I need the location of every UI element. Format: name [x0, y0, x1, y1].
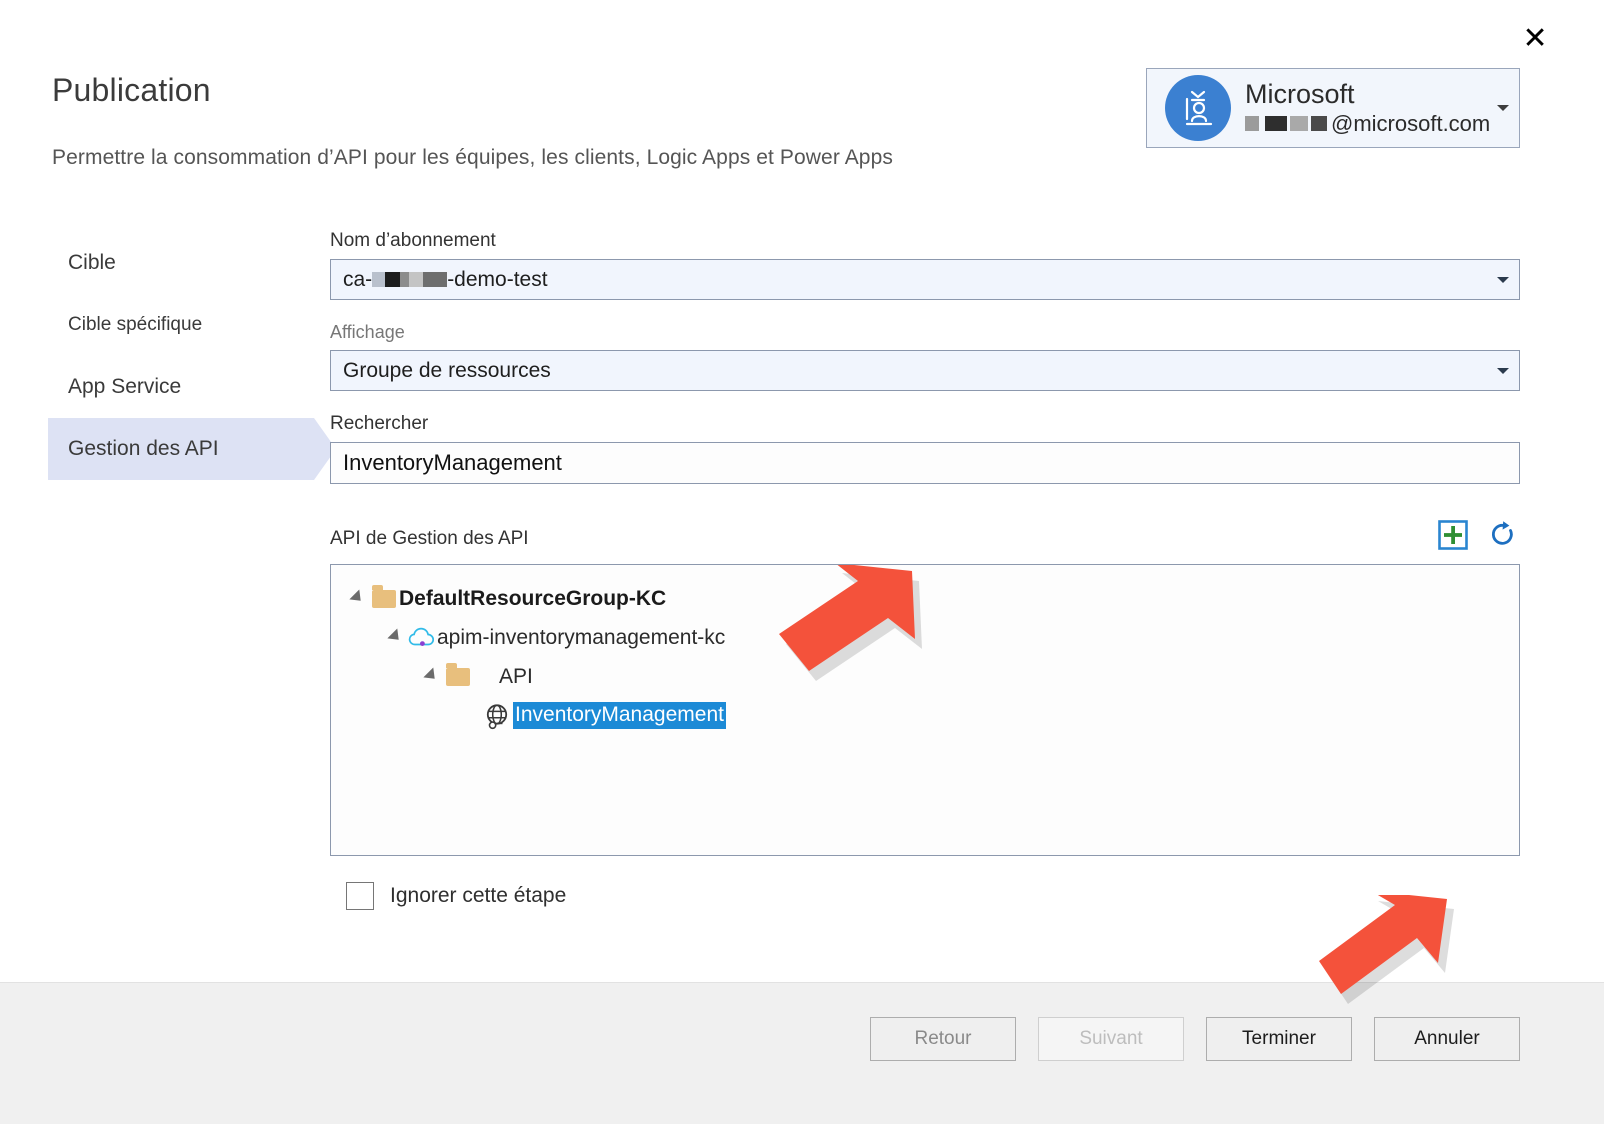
sidebar-item-label: Gestion des API [68, 437, 219, 460]
back-button[interactable]: Retour [870, 1017, 1016, 1061]
sidebar-item-gestion-des-api[interactable]: Gestion des API [48, 418, 336, 480]
search-label: Rechercher [330, 413, 429, 434]
user-badge-icon [1185, 90, 1213, 126]
redacted-block [385, 272, 401, 287]
tree-node-label: apim-inventorymanagement-kc [437, 625, 726, 649]
subscription-value-prefix: ca- [343, 267, 373, 291]
avatar [1165, 75, 1231, 141]
expander-icon[interactable] [345, 588, 369, 606]
skip-step-checkbox-row[interactable]: Ignorer cette étape [330, 882, 1520, 910]
refresh-icon [1492, 521, 1513, 545]
cloud-icon [407, 626, 437, 650]
chevron-down-icon[interactable] [1497, 367, 1509, 374]
page-title: Publication [52, 72, 211, 108]
next-button-label: Suivant [1079, 1028, 1143, 1049]
sidebar-item-label: App Service [68, 375, 182, 398]
folder-icon [369, 584, 399, 608]
redacted-block [400, 272, 410, 287]
account-selector[interactable]: Microsoft @microsoft.com [1146, 68, 1520, 148]
page-subtitle: Permettre la consommation d’API pour les… [52, 146, 893, 169]
tree-node[interactable]: apim-inventorymanagement-kc [331, 618, 1519, 657]
sidebar-item-cible-specifique[interactable]: Cible spécifique [48, 294, 314, 356]
redacted-block [423, 272, 448, 287]
sidebar-item-label: Cible [68, 251, 116, 274]
search-input-value: InventoryManagement [343, 450, 562, 475]
account-name: Microsoft [1245, 79, 1355, 109]
api-tree[interactable]: DefaultResourceGroup-KC apim-inventoryma… [330, 564, 1520, 856]
tree-node-selected[interactable]: InventoryManagement [331, 696, 1519, 735]
search-input[interactable]: InventoryManagement [330, 442, 1520, 484]
tree-caption: API de Gestion des API [330, 528, 529, 549]
account-email-suffix: @microsoft.com [1331, 110, 1491, 136]
subscription-label: Nom d’abonnement [330, 230, 496, 251]
tree-toolbar: API de Gestion des API [330, 518, 1520, 554]
chevron-down-icon[interactable] [1497, 105, 1509, 111]
sidebar-item-label: Cible spécifique [68, 314, 203, 335]
subscription-combobox[interactable]: ca- -demo-test [330, 259, 1520, 300]
redacted-block [1290, 115, 1308, 131]
redacted-block [1265, 115, 1287, 131]
account-email-row: @microsoft.com [1245, 110, 1490, 136]
display-value: Groupe de ressources [343, 358, 551, 382]
tree-node[interactable]: API [331, 657, 1519, 696]
add-api-button[interactable] [1436, 518, 1470, 552]
dialog-footer: Retour Suivant Terminer Annuler [0, 982, 1604, 1124]
subscription-value-suffix: -demo-test [447, 267, 548, 291]
sidebar-item-app-service[interactable]: App Service [48, 356, 314, 418]
sidebar-item-cible[interactable]: Cible [48, 232, 314, 294]
cancel-button-label: Annuler [1414, 1028, 1480, 1049]
close-button[interactable]: ✕ [1518, 22, 1552, 56]
plus-icon [1438, 520, 1468, 550]
tree-node-label: InventoryManagement [513, 702, 726, 729]
api-management-form: Nom d’abonnement ca- -demo-test Affichag… [330, 230, 1520, 910]
skip-step-label: Ignorer cette étape [390, 884, 567, 907]
tree-node[interactable]: DefaultResourceGroup-KC [331, 579, 1519, 618]
folder-icon [443, 662, 473, 686]
redacted-block [372, 272, 386, 287]
close-icon: ✕ [1522, 22, 1548, 55]
expander-icon[interactable] [419, 666, 443, 684]
cancel-button[interactable]: Annuler [1374, 1017, 1520, 1061]
redacted-block [409, 272, 424, 287]
redacted-block [1245, 115, 1259, 131]
finish-button-label: Terminer [1242, 1028, 1316, 1049]
redacted-block [1311, 115, 1327, 131]
wizard-steps-nav: Cible Cible spécifique App Service Gesti… [48, 232, 336, 480]
globe-icon [483, 702, 513, 730]
tree-node-label: API [499, 664, 533, 688]
skip-step-checkbox[interactable] [346, 882, 374, 910]
back-button-label: Retour [914, 1028, 972, 1049]
chevron-down-icon[interactable] [1497, 276, 1509, 283]
tree-node-label: DefaultResourceGroup-KC [399, 586, 667, 610]
display-label: Affichage [330, 322, 405, 342]
expander-icon[interactable] [383, 627, 407, 645]
next-button: Suivant [1038, 1017, 1184, 1061]
refresh-button[interactable] [1486, 518, 1520, 552]
display-combobox[interactable]: Groupe de ressources [330, 350, 1520, 391]
finish-button[interactable]: Terminer [1206, 1017, 1352, 1061]
